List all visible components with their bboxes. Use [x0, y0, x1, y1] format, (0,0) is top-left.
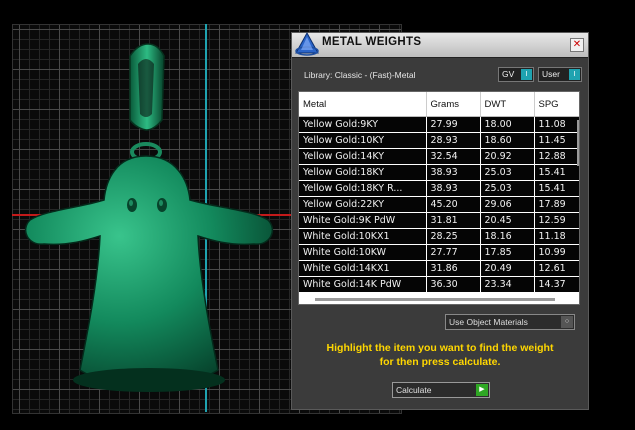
- cell-metal: Yellow Gold:22KY: [299, 196, 427, 213]
- cell-grams: 27.77: [426, 244, 481, 261]
- cell-grams: 38.93: [426, 164, 481, 181]
- cell-grams: 36.30: [426, 276, 481, 293]
- gv-toggle-label: GV: [502, 69, 515, 79]
- cell-dwt: 29.06: [480, 196, 535, 213]
- cell-dwt: 25.03: [480, 164, 535, 181]
- cell-dwt: 18.16: [480, 228, 535, 245]
- cell-dwt: 20.92: [480, 148, 535, 165]
- library-label: Library: Classic - (Fast)-Metal: [304, 70, 416, 80]
- instruction-line-1: Highlight the item you want to find the …: [326, 342, 554, 354]
- dropdown-label: Use Object Materials: [449, 317, 528, 327]
- material-source-dropdown[interactable]: Use Object Materials ○: [445, 314, 575, 330]
- table-row[interactable]: Yellow Gold:10KY 28.93 18.60 11.45: [299, 132, 579, 149]
- column-header-grams[interactable]: Grams: [426, 92, 481, 117]
- cell-grams: 28.93: [426, 132, 481, 149]
- table-row[interactable]: White Gold:10KW 27.77 17.85 10.99: [299, 244, 579, 261]
- column-header-metal[interactable]: Metal: [299, 92, 427, 117]
- close-icon[interactable]: ✕: [570, 38, 584, 52]
- dropdown-arrow-icon: ○: [561, 316, 573, 328]
- table-row[interactable]: Yellow Gold:18KY R... 38.93 25.03 15.41: [299, 180, 579, 197]
- cell-spg: 10.99: [534, 244, 579, 261]
- dialog-titlebar[interactable]: METAL WEIGHTS ✕: [292, 31, 588, 58]
- cell-dwt: 20.49: [480, 260, 535, 277]
- calculate-button[interactable]: Calculate ▶: [392, 382, 490, 398]
- calculate-label: Calculate: [396, 385, 432, 395]
- table-row[interactable]: White Gold:10KX1 28.25 18.16 11.18: [299, 228, 579, 245]
- cell-metal: Yellow Gold:18KY: [299, 164, 427, 181]
- table-row[interactable]: Yellow Gold:14KY 32.54 20.92 12.88: [299, 148, 579, 165]
- cell-dwt: 20.45: [480, 212, 535, 229]
- cell-spg: 15.41: [534, 164, 579, 181]
- cell-metal: White Gold:9K PdW: [299, 212, 427, 229]
- cell-grams: 45.20: [426, 196, 481, 213]
- cell-spg: 12.88: [534, 148, 579, 165]
- cell-spg: 15.41: [534, 180, 579, 197]
- instruction-text: Highlight the item you want to find the …: [298, 341, 582, 369]
- cell-spg: 11.45: [534, 132, 579, 149]
- gv-toggle[interactable]: GV I: [498, 67, 534, 82]
- metal-weights-dialog: METAL WEIGHTS ✕ Library: Classic - (Fast…: [291, 31, 589, 410]
- cell-dwt: 23.34: [480, 276, 535, 293]
- column-header-dwt[interactable]: DWT: [480, 92, 535, 117]
- cell-spg: 11.18: [534, 228, 579, 245]
- table-horizontal-scrollbar[interactable]: [315, 298, 555, 301]
- table-row[interactable]: White Gold:9K PdW 31.81 20.45 12.59: [299, 212, 579, 229]
- ghost-pendant-model[interactable]: [18, 40, 278, 400]
- toggle-knob-icon: I: [521, 69, 532, 80]
- cell-metal: Yellow Gold:18KY R...: [299, 180, 427, 197]
- cell-spg: 11.08: [534, 116, 579, 133]
- table-row[interactable]: Yellow Gold:22KY 45.20 29.06 17.89: [299, 196, 579, 213]
- toggle-knob-icon: I: [569, 69, 580, 80]
- cell-spg: 12.59: [534, 212, 579, 229]
- table-row[interactable]: Yellow Gold:18KY 38.93 25.03 15.41: [299, 164, 579, 181]
- cell-grams: 31.86: [426, 260, 481, 277]
- app-logo-icon: [295, 31, 319, 56]
- cell-grams: 38.93: [426, 180, 481, 197]
- cell-spg: 14.37: [534, 276, 579, 293]
- cell-grams: 28.25: [426, 228, 481, 245]
- cell-grams: 32.54: [426, 148, 481, 165]
- cell-metal: Yellow Gold:10KY: [299, 132, 427, 149]
- instruction-line-2: for then press calculate.: [379, 356, 501, 368]
- cell-dwt: 18.60: [480, 132, 535, 149]
- cell-dwt: 17.85: [480, 244, 535, 261]
- cell-spg: 12.61: [534, 260, 579, 277]
- cell-spg: 17.89: [534, 196, 579, 213]
- cell-metal: Yellow Gold:14KY: [299, 148, 427, 165]
- user-toggle-label: User: [542, 69, 560, 79]
- table-header-row: Metal Grams DWT SPG: [299, 92, 579, 117]
- table-row[interactable]: White Gold:14K PdW 36.30 23.34 14.37: [299, 276, 579, 293]
- metal-weights-table[interactable]: Metal Grams DWT SPG Yellow Gold:9KY 27.99…: [298, 91, 580, 305]
- cell-metal: White Gold:14KX1: [299, 260, 427, 277]
- table-row[interactable]: White Gold:14KX1 31.86 20.49 12.61: [299, 260, 579, 277]
- column-header-spg[interactable]: SPG: [534, 92, 579, 117]
- user-toggle[interactable]: User I: [538, 67, 582, 82]
- table-row[interactable]: Yellow Gold:9KY 27.99 18.00 11.08: [299, 116, 579, 133]
- cell-metal: White Gold:14K PdW: [299, 276, 427, 293]
- cell-grams: 31.81: [426, 212, 481, 229]
- cell-metal: White Gold:10KX1: [299, 228, 427, 245]
- cell-dwt: 25.03: [480, 180, 535, 197]
- cell-metal: Yellow Gold:9KY: [299, 116, 427, 133]
- play-arrow-icon: ▶: [476, 384, 488, 396]
- cell-metal: White Gold:10KW: [299, 244, 427, 261]
- dialog-title: METAL WEIGHTS: [322, 36, 422, 48]
- cell-grams: 27.99: [426, 116, 481, 133]
- cell-dwt: 18.00: [480, 116, 535, 133]
